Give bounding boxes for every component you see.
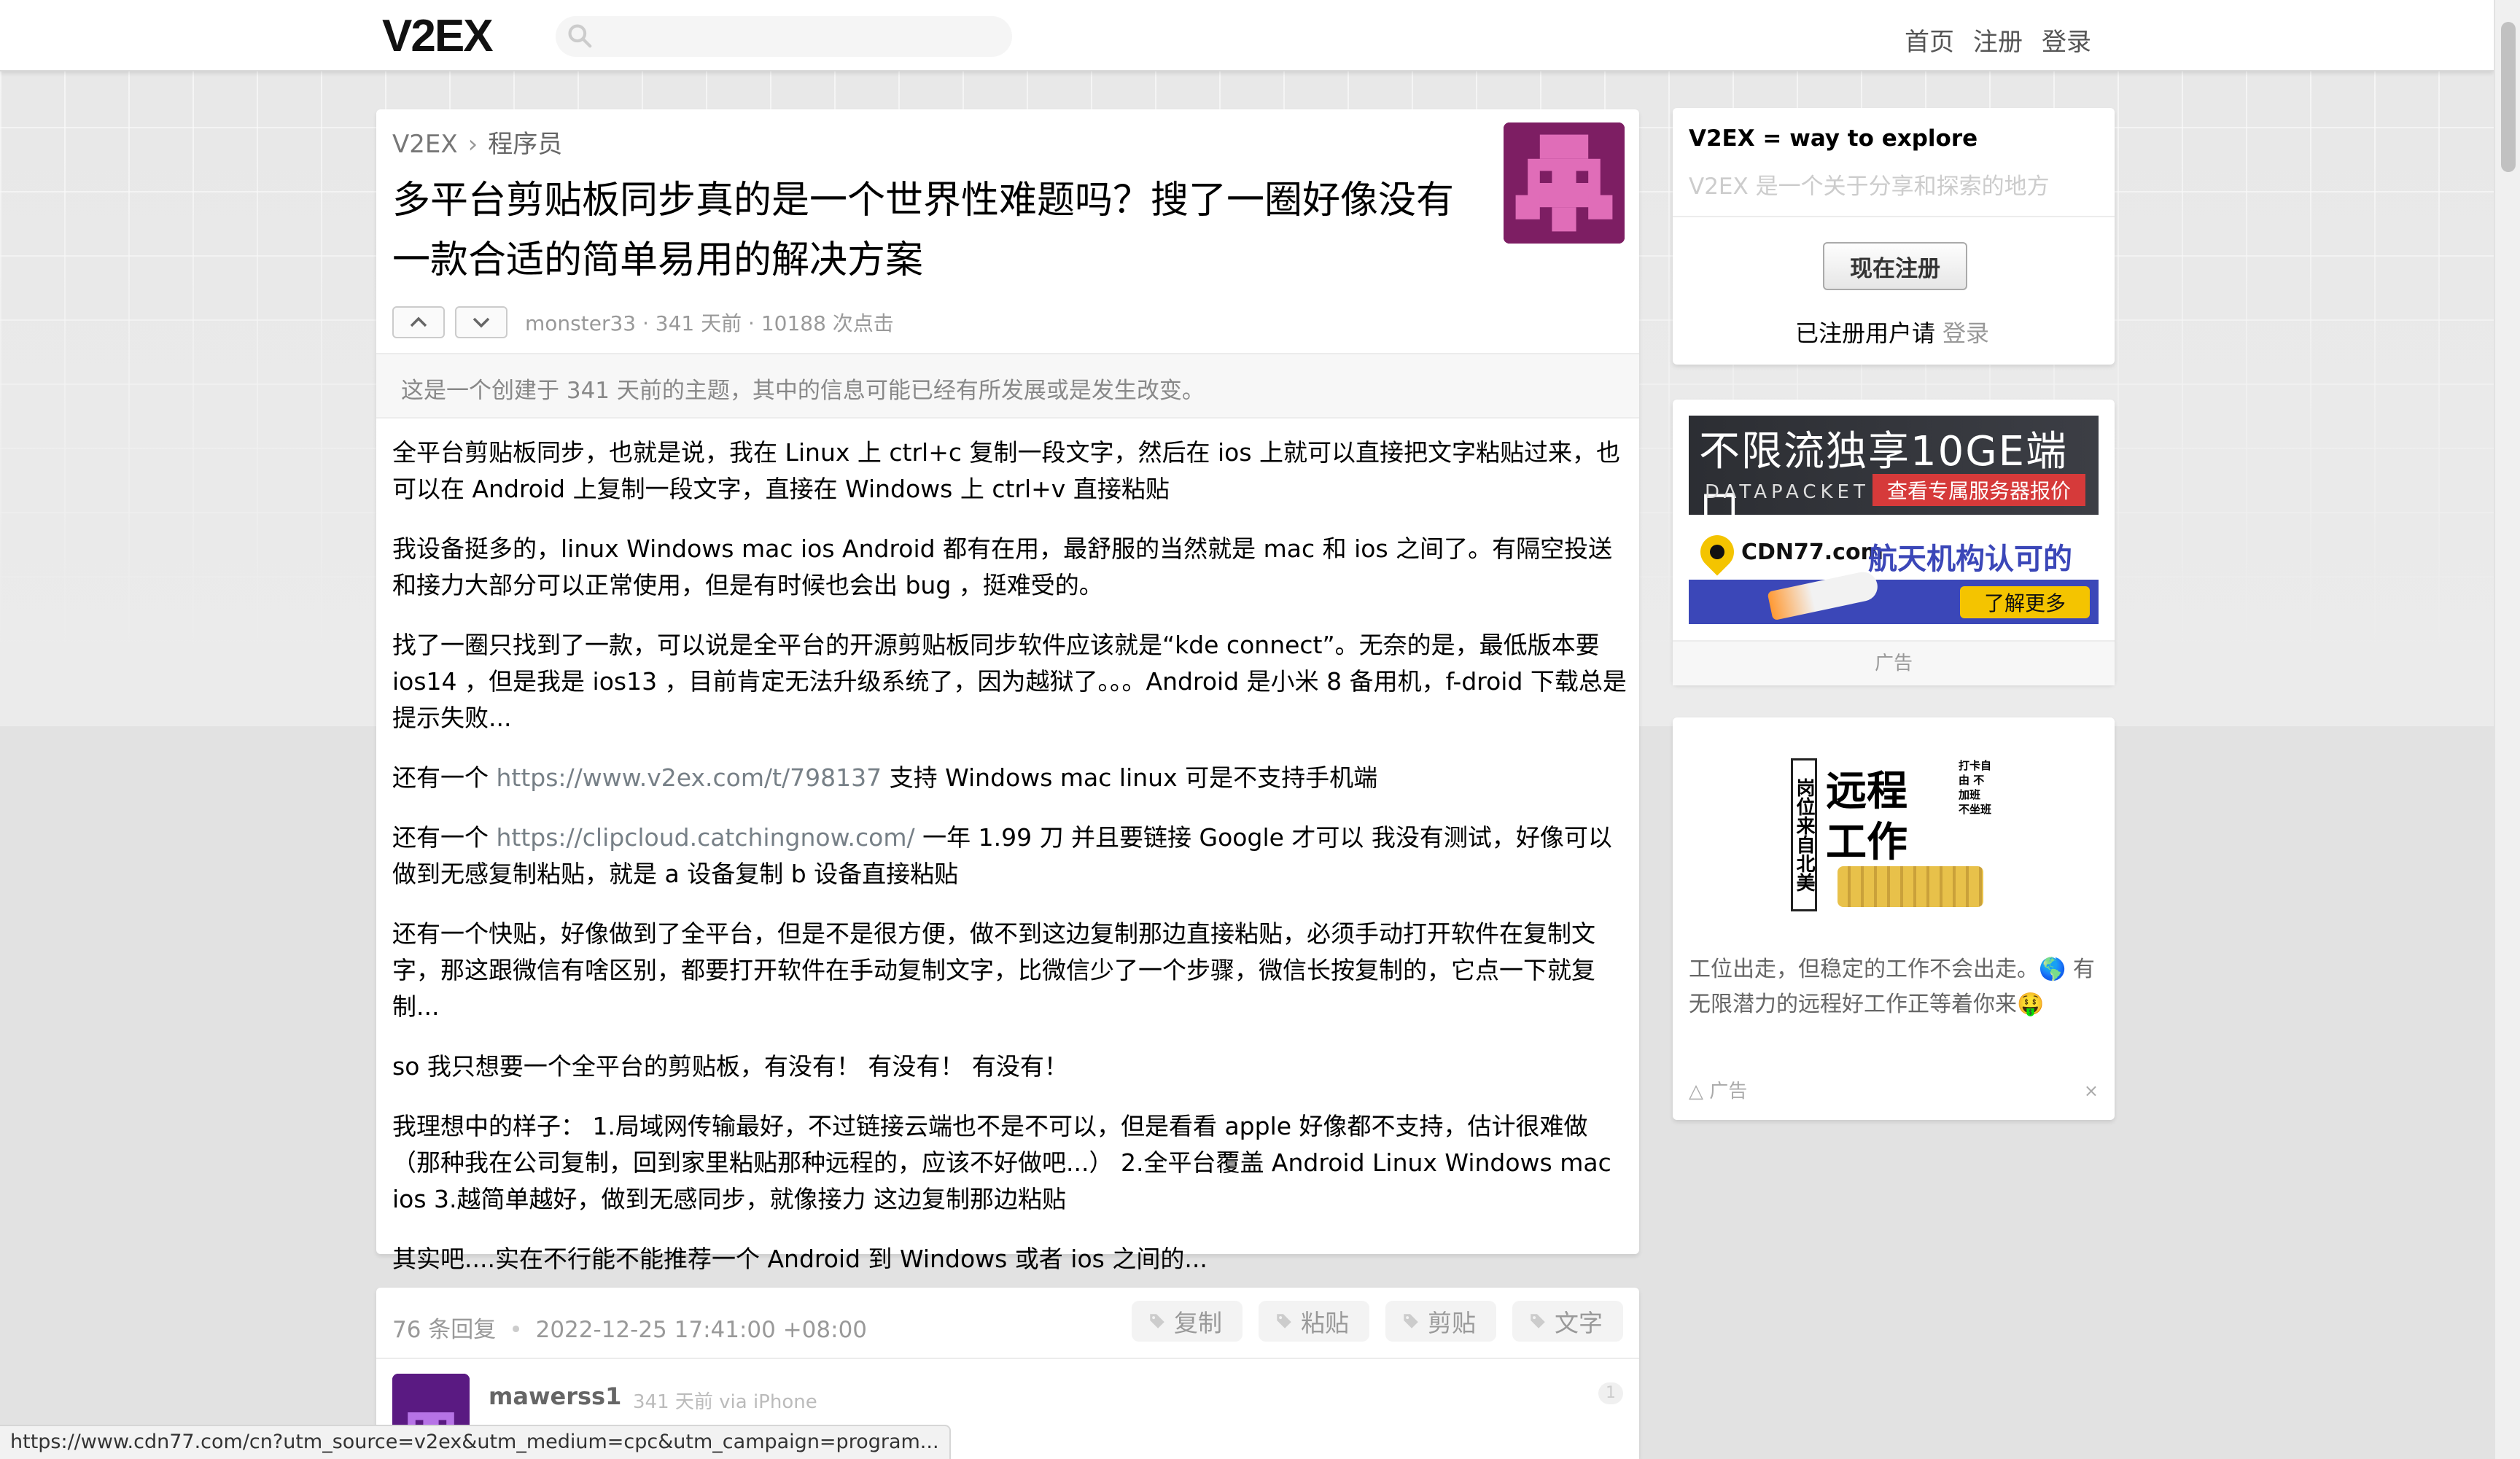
tag-label: 文字 — [1555, 1304, 1603, 1339]
poster-title-2: 工作 — [1826, 809, 1908, 868]
content-paragraph: 还有一个 https://www.v2ex.com/t/798137 支持 Wi… — [392, 760, 1632, 796]
reply-count: 76 条回复 — [392, 1317, 496, 1343]
ad-label: △ 广告 — [1689, 1076, 1747, 1103]
content-text: 支持 Windows mac linux 可是不支持手机端 — [882, 763, 1377, 792]
tag-item[interactable]: 剪贴 — [1385, 1301, 1496, 1342]
ad-label-text: 广告 — [1709, 1081, 1747, 1102]
top-bar: V2EX 首页 注册 登录 — [0, 0, 2494, 71]
content-text: 还有一个 — [392, 823, 497, 852]
content-link[interactable]: https://www.v2ex.com/t/798137 — [497, 763, 882, 792]
remote-work-poster[interactable]: 岗位来自北美 远程 工作 打卡自由 不加班 不坐班 — [1791, 758, 1995, 911]
upvote-button[interactable] — [392, 306, 445, 338]
top-nav: 首页 注册 登录 — [1905, 22, 2091, 58]
search-icon — [566, 22, 594, 50]
content-paragraph: 还有一个快贴，好像做到了全平台，但是不是很方便，做不到这边复制那边直接粘贴，必须… — [392, 916, 1632, 1025]
chevron-down-icon — [472, 316, 491, 329]
tag-icon — [1148, 1312, 1167, 1331]
author-avatar[interactable] — [1504, 122, 1625, 244]
status-bar-url: https://www.cdn77.com/cn?utm_source=v2ex… — [0, 1425, 951, 1459]
topic-meta: monster33 · 341 天前 · 10188 次点击 — [525, 308, 894, 337]
breadcrumb: V2EX › 程序员 — [392, 124, 562, 160]
ad-triangle-icon: △ — [1689, 1081, 1703, 1102]
replies-header: 76 条回复 • 2022-12-25 17:41:00 +08:00 — [392, 1311, 867, 1344]
page-scrollbar[interactable] — [2494, 0, 2520, 1459]
outdated-notice-text: 这是一个创建于 341 天前的主题，其中的信息可能已经有所发展或是发生改变。 — [401, 372, 1205, 405]
ad-brand: DATAPACKET — [1705, 481, 1870, 503]
content-link[interactable]: https://clipcloud.catchingnow.com/ — [497, 823, 915, 852]
tag-list: 复制 粘贴 剪贴 文字 — [1132, 1301, 1623, 1342]
login-prompt: 已注册用户请登录 — [1795, 315, 1989, 349]
topic-content: 全平台剪贴板同步，也就是说，我在 Linux 上 ctrl+c 复制一段文字，然… — [392, 435, 1632, 1301]
content-paragraph: 还有一个 https://clipcloud.catchingnow.com/ … — [392, 820, 1632, 892]
content-paragraph: 我设备挺多的，linux Windows mac ios Android 都有在… — [392, 531, 1632, 604]
tag-label: 粘贴 — [1301, 1304, 1349, 1339]
content-paragraph: so 我只想要一个全平台的剪贴板，有没有！ 有没有！ 有没有！ — [392, 1048, 1632, 1085]
login-prompt-text: 已注册用户请 — [1795, 319, 1935, 347]
sidebar-ad-2: 岗位来自北美 远程 工作 打卡自由 不加班 不坐班 工位出走，但稳定的工作不会出… — [1673, 717, 2115, 1120]
content-paragraph: 找了一圈只找到了一款，可以说是全平台的开源剪贴板同步软件应该就是“kde con… — [392, 627, 1632, 736]
content-paragraph: 全平台剪贴板同步，也就是说，我在 Linux 上 ctrl+c 复制一段文字，然… — [392, 435, 1632, 507]
close-icon[interactable]: × — [2084, 1081, 2099, 1101]
vote-controls — [392, 306, 508, 338]
ad-brand: CDN77.com — [1741, 540, 1883, 565]
location-pin-icon — [1693, 528, 1741, 575]
outdated-notice: 这是一个创建于 341 天前的主题，其中的信息可能已经有所发展或是发生改变。 — [376, 353, 1639, 419]
scrollbar-thumb[interactable] — [2501, 22, 2516, 172]
ad-more-button: 了解更多 — [1960, 586, 2090, 618]
coins-icon — [1838, 866, 1983, 907]
reply-time: 2022-12-25 17:41:00 +08:00 — [536, 1317, 867, 1343]
separator-dot-icon: • — [509, 1317, 522, 1343]
tag-icon — [1401, 1312, 1420, 1331]
reply-floor-badge: 1 — [1598, 1382, 1623, 1404]
content-paragraph: 其实吧....实在不行能不能推荐一个 Android 到 Windows 或者 … — [392, 1241, 1632, 1277]
content-paragraph: 我理想中的样子： 1.局域网传输最好，不过链接云端也不是不可以，但是看看 app… — [392, 1108, 1632, 1218]
reply-item-time: 341 天前 via iPhone — [633, 1387, 817, 1414]
chevron-up-icon — [409, 316, 428, 329]
login-link[interactable]: 登录 — [1942, 319, 1989, 347]
divider — [1673, 216, 2115, 217]
author-avatar-icon — [1504, 122, 1625, 244]
divider — [376, 1358, 1639, 1359]
search-box[interactable] — [556, 16, 1012, 57]
tag-item[interactable]: 复制 — [1132, 1301, 1242, 1342]
sidebar-ad-1: 不限流独享10GE端口 DATAPACKET 查看专属服务器报价 CDN77.c… — [1673, 400, 2115, 684]
nav-home[interactable]: 首页 — [1905, 22, 1954, 58]
reply-username[interactable]: mawerss1 — [489, 1382, 621, 1410]
datapacket-ad-banner[interactable]: 不限流独享10GE端口 DATAPACKET 查看专属服务器报价 — [1689, 416, 2099, 515]
sidebar-intro: V2EX = way to explore V2EX 是一个关于分享和探索的地方… — [1673, 108, 2115, 365]
breadcrumb-node[interactable]: 程序员 — [488, 130, 562, 159]
register-button[interactable]: 现在注册 — [1823, 242, 1967, 290]
cdn77-ad-banner[interactable]: CDN77.com 航天机构认可的 了解更多 — [1689, 525, 2099, 624]
intro-subtitle: V2EX 是一个关于分享和探索的地方 — [1689, 168, 2050, 201]
ad-text[interactable]: 工位出走，但稳定的工作不会出走。🌎 有无限潜力的远程好工作正等着你来🤑 — [1689, 952, 2101, 1022]
topic-title: 多平台剪贴板同步真的是一个世界性难题吗？搜了一圈好像没有一款合适的简单易用的解决… — [392, 171, 1464, 290]
topic-box: V2EX › 程序员 多平台剪贴板同步真的是一个世界性难题吗？搜了一圈好像没有一款合… — [376, 109, 1639, 1254]
downvote-button[interactable] — [455, 306, 508, 338]
ad-label: 广告 — [1673, 640, 2115, 685]
poster-title-1: 远程 — [1826, 758, 1908, 817]
breadcrumb-separator-icon: › — [468, 130, 478, 159]
tag-icon — [1528, 1312, 1547, 1331]
nav-login[interactable]: 登录 — [2042, 22, 2091, 58]
ad-slogan: 航天机构认可的 — [1868, 535, 2072, 577]
ad-cta: 查看专属服务器报价 — [1872, 474, 2085, 506]
nav-register[interactable]: 注册 — [1973, 22, 2023, 58]
rocket-icon — [1767, 569, 1880, 620]
poster-small-text: 打卡自由 不加班 不坐班 — [1959, 758, 1995, 817]
site-logo[interactable]: V2EX — [382, 10, 492, 62]
tag-label: 剪贴 — [1428, 1304, 1476, 1339]
tag-label: 复制 — [1174, 1304, 1222, 1339]
content-text: 还有一个 — [392, 763, 497, 792]
search-input[interactable] — [607, 22, 996, 52]
poster-vertical-text: 岗位来自北美 — [1791, 758, 1817, 911]
breadcrumb-home[interactable]: V2EX — [392, 130, 458, 159]
tag-item[interactable]: 粘贴 — [1259, 1301, 1369, 1342]
intro-title: V2EX = way to explore — [1689, 125, 1978, 152]
tag-icon — [1275, 1312, 1294, 1331]
tag-item[interactable]: 文字 — [1512, 1301, 1623, 1342]
